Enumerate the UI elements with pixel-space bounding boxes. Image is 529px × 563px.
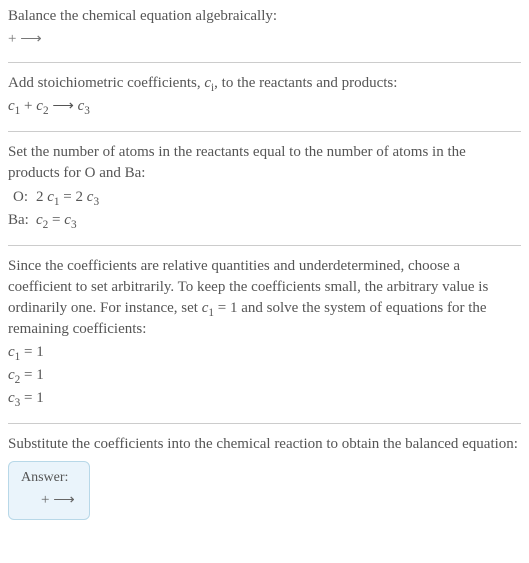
ba-lhs-c: c: [36, 212, 43, 228]
intro-text: Balance the chemical equation algebraica…: [8, 6, 521, 27]
solve-text: Since the coefficients are relative quan…: [8, 256, 521, 340]
atom-eq-o: 2 c1 = 2 c3: [36, 186, 99, 209]
divider-2: [8, 131, 521, 132]
ba-rhs-c: c: [64, 212, 71, 228]
stoich-text: Add stoichiometric coefficients, ci, to …: [8, 73, 521, 94]
atom-row-o: O: 2 c1 = 2 c3: [8, 186, 521, 209]
coeff-3: c3 = 1: [8, 388, 521, 409]
atom-label-o: O:: [8, 186, 36, 209]
o-eq: = 2: [60, 189, 87, 205]
answer-label: Answer:: [21, 470, 75, 486]
atoms-text: Set the number of atoms in the reactants…: [8, 142, 521, 184]
ba-rhs-sub: 3: [71, 219, 77, 231]
divider-1: [8, 62, 521, 63]
atom-label-ba: Ba:: [8, 209, 36, 232]
answer-content: + ⟶: [21, 490, 75, 509]
c2-c: c: [8, 367, 15, 383]
divider-3: [8, 245, 521, 246]
o-lhs-c: c: [47, 189, 54, 205]
section-balance-intro: Balance the chemical equation algebraica…: [8, 6, 521, 48]
atom-row-ba: Ba: c2 = c3: [8, 209, 521, 232]
substitute-text: Substitute the coefficients into the che…: [8, 434, 521, 455]
eq-plus: +: [20, 98, 36, 114]
c1-c: c: [8, 344, 15, 360]
coeff-2: c2 = 1: [8, 365, 521, 386]
section-solve: Since the coefficients are relative quan…: [8, 256, 521, 409]
c2-val: = 1: [20, 367, 43, 383]
stoich-ci: c: [204, 75, 211, 91]
o-lhs-coef: 2: [36, 189, 47, 205]
divider-4: [8, 423, 521, 424]
c1-val: = 1: [20, 344, 43, 360]
stoich-equation: c1 + c2 ⟶ c3: [8, 96, 521, 117]
answer-box: Answer: + ⟶: [8, 461, 90, 520]
section-substitute: Substitute the coefficients into the che…: [8, 434, 521, 455]
atom-equations: O: 2 c1 = 2 c3 Ba: c2 = c3: [8, 186, 521, 231]
stoich-pre: Add stoichiometric coefficients,: [8, 75, 204, 91]
eq-c3-sub: 3: [84, 105, 90, 117]
eq-c2: c: [36, 98, 43, 114]
section-atoms: Set the number of atoms in the reactants…: [8, 142, 521, 231]
reaction-blank: + ⟶: [8, 29, 521, 48]
section-stoich: Add stoichiometric coefficients, ci, to …: [8, 73, 521, 117]
o-rhs-sub: 3: [93, 196, 99, 208]
eq-c1: c: [8, 98, 15, 114]
c3-c: c: [8, 390, 15, 406]
atom-eq-ba: c2 = c3: [36, 209, 77, 232]
coeff-1: c1 = 1: [8, 342, 521, 363]
c3-val: = 1: [20, 390, 43, 406]
stoich-post: , to the reactants and products:: [214, 75, 397, 91]
ba-eq: =: [48, 212, 64, 228]
eq-arrow: ⟶: [49, 98, 78, 114]
